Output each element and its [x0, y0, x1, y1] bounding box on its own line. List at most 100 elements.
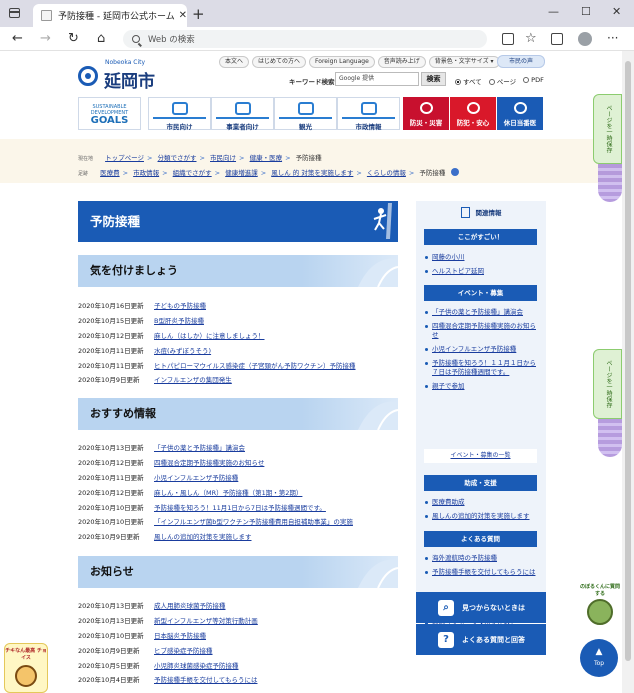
side-link[interactable]: 医療費助成 — [424, 498, 537, 507]
back-to-top-button[interactable]: ▲ Top — [580, 639, 618, 677]
footprint-link[interactable]: 医療費 — [100, 169, 120, 177]
news-link[interactable]: 麻しん（はしか）に注意しましょう！ — [154, 330, 265, 340]
list-item: 2020年10月11日更新 小児インフルエンザ予防接種 — [78, 470, 398, 485]
side-link[interactable]: 岡藤の小川 — [424, 253, 537, 262]
forward-icon[interactable]: → — [40, 31, 51, 46]
update-date: 2020年10月16日更新 — [78, 302, 144, 311]
footprint-link[interactable]: 市政情報 — [133, 169, 159, 177]
list-item: 2020年10月12日更新 四種混合定期予防接種実施のお知らせ — [78, 455, 398, 470]
more-icon[interactable]: ··· — [607, 31, 618, 45]
side-link[interactable]: 親子で参加 — [424, 382, 537, 391]
back-icon[interactable]: ← — [12, 31, 23, 46]
reload-icon[interactable]: ↻ — [68, 31, 79, 46]
heart-icon — [466, 102, 480, 114]
split-screen-icon[interactable] — [502, 33, 514, 45]
keyword-search-input[interactable]: Google 提供 — [335, 72, 419, 86]
mascot-left-banner[interactable]: チキなん最高 チョイス — [4, 643, 48, 693]
nav-tourism[interactable]: 観光 — [274, 97, 337, 131]
citizen-voice-button[interactable]: 市民の声 — [497, 55, 545, 68]
collections-icon[interactable] — [551, 33, 563, 45]
nav-disaster[interactable]: 防災・災害 — [403, 97, 449, 130]
news-link[interactable]: 水痘(みずぼうそう) — [154, 345, 211, 355]
breadcrumb-link[interactable]: 市民向け — [210, 154, 236, 162]
breadcrumb-link[interactable]: 健康・医療 — [250, 154, 283, 162]
news-link[interactable]: 風しんの追加的対策を実施します — [154, 531, 252, 541]
read-aloud-link[interactable]: 音声読み上げ — [377, 56, 426, 68]
mascot-right-banner[interactable]: のぼるくんに質問する — [580, 583, 620, 629]
side-link[interactable]: 海外渡航時の予防接種 — [424, 554, 537, 563]
side-link[interactable]: 予防接種を知ろう！１１月１日から７日は予防接種週間です。 — [424, 359, 537, 377]
maximize-icon[interactable]: ☐ — [581, 5, 591, 18]
color-size-link[interactable]: 背景色・文字サイズ ▾ — [428, 56, 500, 68]
list-item: 2020年10月12日更新 麻しん・風しん（MR）予防接種（第1期・第2期） — [78, 484, 398, 499]
events-list-link[interactable]: イベント・募集の一覧 — [424, 449, 537, 463]
nav-city-info[interactable]: 市政情報 — [337, 97, 400, 131]
clear-footprint-icon[interactable] — [450, 168, 459, 176]
news-link[interactable]: 子どもの予防接種 — [154, 300, 206, 310]
side-link[interactable]: 小児インフルエンザ予防接種 — [424, 345, 537, 354]
side-link[interactable]: ヘルストピア延岡 — [424, 267, 537, 276]
home-icon[interactable]: ⌂ — [97, 31, 105, 46]
city-emblem-icon — [78, 66, 98, 86]
browser-tab[interactable]: 予防接種 - 延岡市公式ホームページ ✕ — [33, 4, 187, 27]
save-page-tab[interactable]: ページを一時保存 — [593, 94, 622, 164]
site-logo[interactable]: Nobeoka City 延岡市 — [78, 59, 155, 92]
footprint-link[interactable]: 健康増進課 — [225, 169, 258, 177]
news-link[interactable]: 小児インフルエンザ予防接種 — [154, 472, 238, 482]
faq-button[interactable]: ? よくある質問と回答 — [416, 624, 546, 655]
not-found-label: 見つからないときは — [462, 603, 525, 612]
breadcrumb-link[interactable]: トップページ — [105, 154, 144, 162]
address-input[interactable]: Web の検索 — [123, 30, 487, 48]
news-link[interactable]: 麻しん・風しん（MR）予防接種（第1期・第2期） — [154, 487, 302, 497]
side-link[interactable]: 四種混合定期予防接種実施のお知らせ — [424, 322, 537, 340]
page-scrollbar[interactable] — [622, 51, 634, 693]
nav-business[interactable]: 事業者向け — [211, 97, 274, 131]
news-link[interactable]: 「インフルエンザ菌b型ワクチン予防接種費用自担補助事業」の実施 — [154, 516, 353, 526]
radio-page[interactable]: ページ — [488, 76, 516, 86]
news-link[interactable]: 「子供の薬と予防接種」講演会 — [154, 442, 245, 452]
skip-to-content-link[interactable]: 本文へ — [219, 56, 250, 68]
news-link[interactable]: ヒブ感染症予防接種 — [154, 645, 213, 655]
window-close-icon[interactable]: ✕ — [612, 5, 621, 18]
first-time-link[interactable]: はじめての方へ — [252, 56, 307, 68]
side-list: 海外渡航時の予防接種 予防接種手帳を交付してもらうには — [424, 554, 537, 582]
not-found-button[interactable]: ⌕ 見つからないときは — [416, 592, 546, 623]
radio-all[interactable]: すべて — [455, 76, 482, 86]
foreign-language-link[interactable]: Foreign Language — [309, 56, 375, 68]
news-link[interactable]: ヒトパピローマウイルス感染症（子宮頸がん予防ワクチン）予防接種 — [154, 360, 356, 370]
news-link[interactable]: インフルエンザの集団発生 — [154, 374, 232, 384]
scrollbar-thumb[interactable] — [625, 61, 631, 661]
breadcrumb-link[interactable]: 分類でさがす — [158, 154, 197, 162]
news-link[interactable]: 小児肺炎球菌感染症予防接種 — [154, 660, 239, 670]
side-link[interactable]: 「子供の薬と予防接種」講演会 — [424, 308, 537, 317]
nav-crime-safety[interactable]: 防犯・安心 — [450, 97, 496, 130]
list-item: 2020年10月13日更新 新型インフルエンザ等対策行動計画 — [78, 613, 398, 628]
news-link[interactable]: 四種混合定期予防接種実施のお知らせ — [154, 457, 264, 467]
search-button[interactable]: 検索 — [421, 72, 446, 86]
news-link[interactable]: B型肝炎予防接種 — [154, 315, 204, 325]
news-link[interactable]: 予防接種を知ろう！11月1日から7日は予防接種週間です。 — [154, 502, 326, 512]
update-date: 2020年10月10日更新 — [78, 503, 144, 512]
news-link[interactable]: 日本脳炎予防接種 — [154, 630, 206, 640]
minimize-icon[interactable]: — — [548, 5, 559, 18]
tab-actions-icon[interactable] — [9, 8, 20, 18]
profile-avatar-icon[interactable] — [578, 32, 592, 46]
favorites-icon[interactable]: ☆ — [525, 31, 537, 46]
news-link[interactable]: 予防接種手帳を交付してもらうには — [154, 674, 257, 684]
footprint-link[interactable]: 組織でさがす — [173, 169, 212, 177]
news-link[interactable]: 成人用肺炎球菌予防接種 — [154, 600, 226, 610]
side-link[interactable]: 風しんの追加的対策を実施します — [424, 512, 537, 521]
news-link[interactable]: 新型インフルエンザ等対策行動計画 — [154, 615, 258, 625]
save-page-tab[interactable]: ページを一時保存 — [593, 349, 622, 419]
footprint-link[interactable]: 風しん 的 対策を実施します — [271, 169, 353, 177]
update-date: 2020年10月12日更新 — [78, 488, 144, 497]
radio-pdf[interactable]: PDF — [523, 76, 544, 86]
wave-decoration-icon — [358, 559, 398, 588]
sdgs-banner[interactable]: SUSTAINABLE DEVELOPMENT GOALS — [78, 97, 141, 130]
nav-holiday-doctor[interactable]: 休日当番医 — [497, 97, 543, 130]
new-tab-icon[interactable]: + — [192, 5, 205, 23]
nav-citizens[interactable]: 市民向け — [148, 97, 211, 131]
close-tab-icon[interactable]: ✕ — [179, 10, 187, 21]
side-link[interactable]: 予防接種手帳を交付してもらうには — [424, 568, 537, 577]
footprint-link[interactable]: くらしの情報 — [367, 169, 406, 177]
